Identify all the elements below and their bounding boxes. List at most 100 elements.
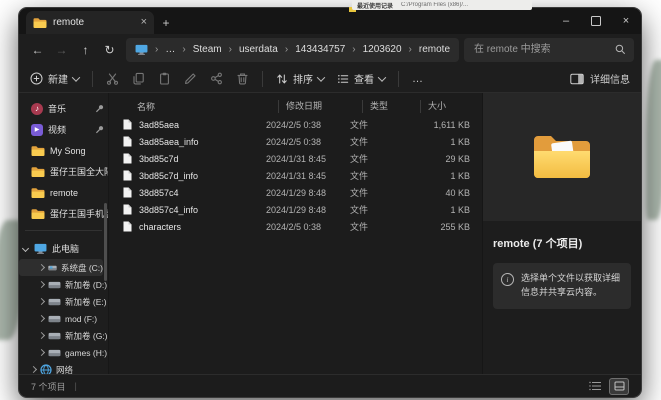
file-type: 文件 — [350, 118, 408, 131]
cut-icon — [106, 72, 119, 85]
folder-icon — [31, 145, 45, 157]
video-icon: ▶ — [31, 124, 43, 136]
chevron-down-icon — [72, 73, 80, 81]
file-icon — [123, 136, 132, 147]
sidebar-divider — [25, 230, 102, 231]
details-view-toggle[interactable] — [586, 379, 604, 394]
breadcrumb-separator: › — [409, 44, 412, 55]
file-explorer-window: remote × + – × ← → ↑ ↻ › … › Steam › use… — [19, 8, 641, 397]
breadcrumb-segment-remote[interactable]: remote — [419, 44, 450, 55]
view-button[interactable]: 查看 — [337, 71, 385, 86]
minimize-button[interactable]: – — [551, 8, 581, 34]
column-header-name[interactable]: 名称 — [109, 100, 278, 113]
chevron-collapsed-icon — [38, 349, 45, 356]
thumbnail-view-toggle[interactable] — [609, 378, 629, 395]
sidebar-item-network[interactable]: 网络 — [19, 361, 108, 374]
cut-button[interactable] — [106, 72, 119, 85]
status-divider: | — [75, 381, 77, 391]
close-button[interactable]: × — [611, 8, 641, 34]
column-header-size[interactable]: 大小 — [420, 100, 482, 113]
file-type: 文件 — [350, 220, 408, 233]
breadcrumb-segment-appid[interactable]: 1203620 — [363, 44, 402, 55]
maximize-button[interactable] — [581, 8, 611, 34]
sidebar-item-drive-h[interactable]: games (H:) — [19, 344, 108, 361]
breadcrumb-segment-userid[interactable]: 143434757 — [295, 44, 345, 55]
more-options-button[interactable]: … — [412, 73, 424, 85]
column-header-date[interactable]: 修改日期 — [278, 100, 362, 113]
details-view-icon — [589, 381, 602, 391]
new-tab-button[interactable]: + — [154, 11, 178, 34]
breadcrumb-ellipsis[interactable]: … — [165, 44, 175, 55]
sidebar-item-drive-c[interactable]: 系统盘 (C:) — [19, 259, 103, 276]
sidebar-item-drive-e[interactable]: 新加卷 (E:) — [19, 293, 108, 310]
sidebar-item-drive-f[interactable]: mod (F:) — [19, 310, 108, 327]
address-bar: ← → ↑ ↻ › … › Steam › userdata › 1434347… — [19, 34, 641, 65]
folder-icon — [31, 166, 45, 178]
details-pane-toggle[interactable]: 详细信息 — [570, 71, 630, 86]
sidebar-item-videos[interactable]: ▶ 视频 — [19, 119, 108, 140]
chevron-collapsed-icon — [30, 366, 37, 373]
breadcrumb-separator: › — [229, 44, 232, 55]
paste-button[interactable] — [158, 72, 171, 85]
search-box[interactable] — [464, 38, 634, 62]
file-row[interactable]: 38d857c4 2024/1/29 8:48 文件 40 KB — [109, 184, 482, 201]
breadcrumb-segment-userdata[interactable]: userdata — [239, 44, 278, 55]
folder-icon — [31, 187, 45, 199]
details-info-text: 选择单个文件以获取详细信息并共享云内容。 — [521, 272, 623, 300]
rename-icon — [184, 72, 197, 85]
tab-remote[interactable]: remote × — [26, 11, 154, 34]
file-size: 1 KB — [408, 171, 482, 181]
command-toolbar: 新建 排序 查看 — [19, 65, 641, 93]
delete-button[interactable] — [236, 72, 249, 85]
chevron-collapsed-icon — [38, 298, 45, 305]
background-window-strip: 最近使用记录 C:/Program Files (x86)/... — [352, 0, 532, 10]
sidebar-item-folder-1[interactable]: 蛋仔王国全大陆 — [19, 161, 108, 182]
file-type: 文件 — [350, 203, 408, 216]
file-date: 2024/1/29 8:48 — [266, 188, 350, 198]
tab-close-icon[interactable]: × — [141, 17, 147, 28]
explorer-body: ♪ 音乐 ▶ 视频 My Song 蛋仔王国全大陆 remote — [19, 93, 641, 374]
file-row[interactable]: 3ad85aea 2024/2/5 0:38 文件 1,611 KB — [109, 116, 482, 133]
forward-button[interactable]: → — [50, 38, 73, 62]
breadcrumb-segment-steam[interactable]: Steam — [193, 44, 222, 55]
sidebar-item-folder-2[interactable]: 蛋仔王国手机版 — [19, 203, 108, 224]
pin-icon — [95, 125, 104, 134]
sidebar-label: 新加卷 (D:) — [65, 279, 107, 291]
pin-icon — [95, 104, 104, 113]
sidebar-item-drive-d[interactable]: 新加卷 (D:) — [19, 276, 108, 293]
search-input[interactable] — [472, 43, 609, 56]
sidebar-scrollbar[interactable] — [104, 203, 107, 281]
drive-icon — [48, 314, 61, 324]
sidebar-label: 系统盘 (C:) — [61, 262, 103, 274]
details-body: remote (7 个项目) i 选择单个文件以获取详细信息并共享云内容。 — [483, 221, 641, 374]
back-button[interactable]: ← — [26, 38, 49, 62]
sidebar-label: 蛋仔王国全大陆 — [50, 165, 108, 178]
file-date: 2024/2/5 0:38 — [266, 222, 350, 232]
breadcrumb[interactable]: › … › Steam › userdata › 143434757 › 120… — [126, 38, 459, 62]
sidebar-item-this-pc[interactable]: 此电脑 — [19, 238, 108, 259]
file-icon — [123, 204, 132, 215]
sort-button[interactable]: 排序 — [276, 71, 324, 86]
file-row[interactable]: 3ad85aea_info 2024/2/5 0:38 文件 1 KB — [109, 133, 482, 150]
sidebar-item-drive-g[interactable]: 新加卷 (G:) — [19, 327, 108, 344]
file-row[interactable]: 3bd85c7d 2024/1/31 8:45 文件 29 KB — [109, 150, 482, 167]
copy-button[interactable] — [132, 72, 145, 85]
up-button[interactable]: ↑ — [74, 38, 97, 62]
music-icon: ♪ — [31, 103, 43, 115]
file-row[interactable]: 3bd85c7d_info 2024/1/31 8:45 文件 1 KB — [109, 167, 482, 184]
file-row[interactable]: characters 2024/2/5 0:38 文件 255 KB — [109, 218, 482, 235]
column-header-type[interactable]: 类型 — [362, 100, 420, 113]
chevron-collapsed-icon — [38, 332, 45, 339]
large-folder-icon — [531, 132, 593, 182]
file-icon — [123, 170, 132, 181]
file-row[interactable]: 38d857c4_info 2024/1/29 8:48 文件 1 KB — [109, 201, 482, 218]
share-button[interactable] — [210, 72, 223, 85]
sidebar-item-music[interactable]: ♪ 音乐 — [19, 98, 108, 119]
rename-button[interactable] — [184, 72, 197, 85]
tab-title: remote — [53, 17, 135, 28]
new-button[interactable]: 新建 — [30, 71, 79, 86]
sidebar-label: mod (F:) — [65, 314, 97, 324]
sidebar-item-remote[interactable]: remote — [19, 182, 108, 203]
refresh-button[interactable]: ↻ — [98, 38, 121, 62]
sidebar-item-my-song[interactable]: My Song — [19, 140, 108, 161]
